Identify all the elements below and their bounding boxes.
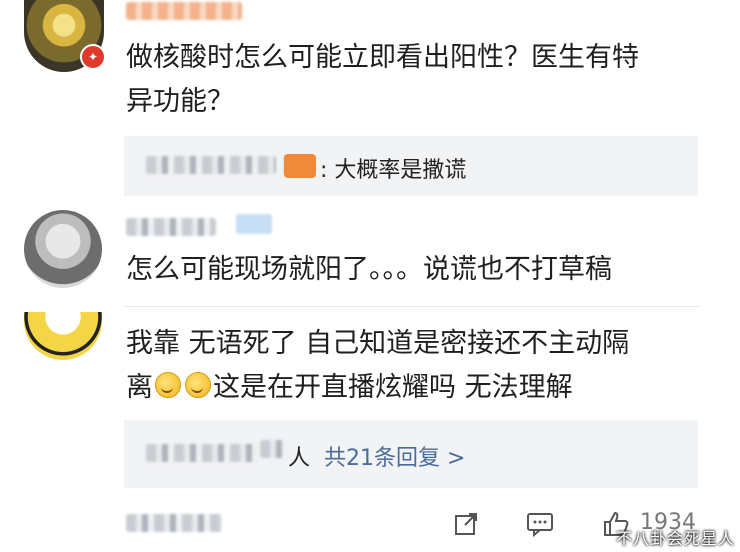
reply-preview-box-1[interactable]: : 大概率是撒谎	[124, 136, 698, 196]
username-blurred-1[interactable]	[126, 2, 242, 20]
replies-summary-box[interactable]: 人 共21条回复 >	[124, 420, 698, 488]
grin-sweat-emoji-icon	[185, 372, 211, 398]
comment-text-3-line1: 我靠 无语死了 自己知道是密接还不主动隔	[126, 328, 630, 359]
share-icon[interactable]	[452, 510, 480, 538]
comment-text-1-line2: 异功能？	[126, 86, 234, 117]
comment-icon[interactable]	[526, 510, 554, 538]
grin-sweat-emoji-icon	[155, 372, 181, 398]
divider	[124, 306, 700, 307]
timestamp-blurred	[126, 514, 222, 532]
reply-username-blurred[interactable]	[146, 156, 276, 174]
replier-name-blurred	[146, 444, 258, 462]
watermark-text: 不八卦会死星人	[616, 529, 736, 548]
author-tag-icon	[284, 154, 316, 178]
user-level-badge-icon	[236, 214, 272, 234]
comment-text-1-line1: 做核酸时怎么可能立即看出阳性？医生有特	[126, 42, 639, 73]
comment-text-3-line2-start: 离	[126, 372, 153, 403]
comment-text-3-line2-end: 这是在开直播炫耀吗 无法理解	[213, 372, 573, 403]
commenter-avatar-2[interactable]	[24, 210, 102, 288]
replier-suffix: 人	[288, 446, 311, 471]
commenter-avatar-3[interactable]	[24, 312, 102, 360]
verified-badge-icon: ✦	[80, 44, 106, 70]
replier-name-blurred-extra	[260, 440, 284, 458]
comment-text-3-line2: 离 这是在开直播炫耀吗 无法理解	[126, 366, 573, 410]
reply-preview-text: : 大概率是撒谎	[320, 158, 467, 183]
comment-text-2: 怎么可能现场就阳了。。。说谎也不打草稿	[126, 254, 612, 285]
username-blurred-2[interactable]	[126, 218, 216, 236]
view-all-replies-link[interactable]: 共21条回复 >	[324, 440, 465, 472]
